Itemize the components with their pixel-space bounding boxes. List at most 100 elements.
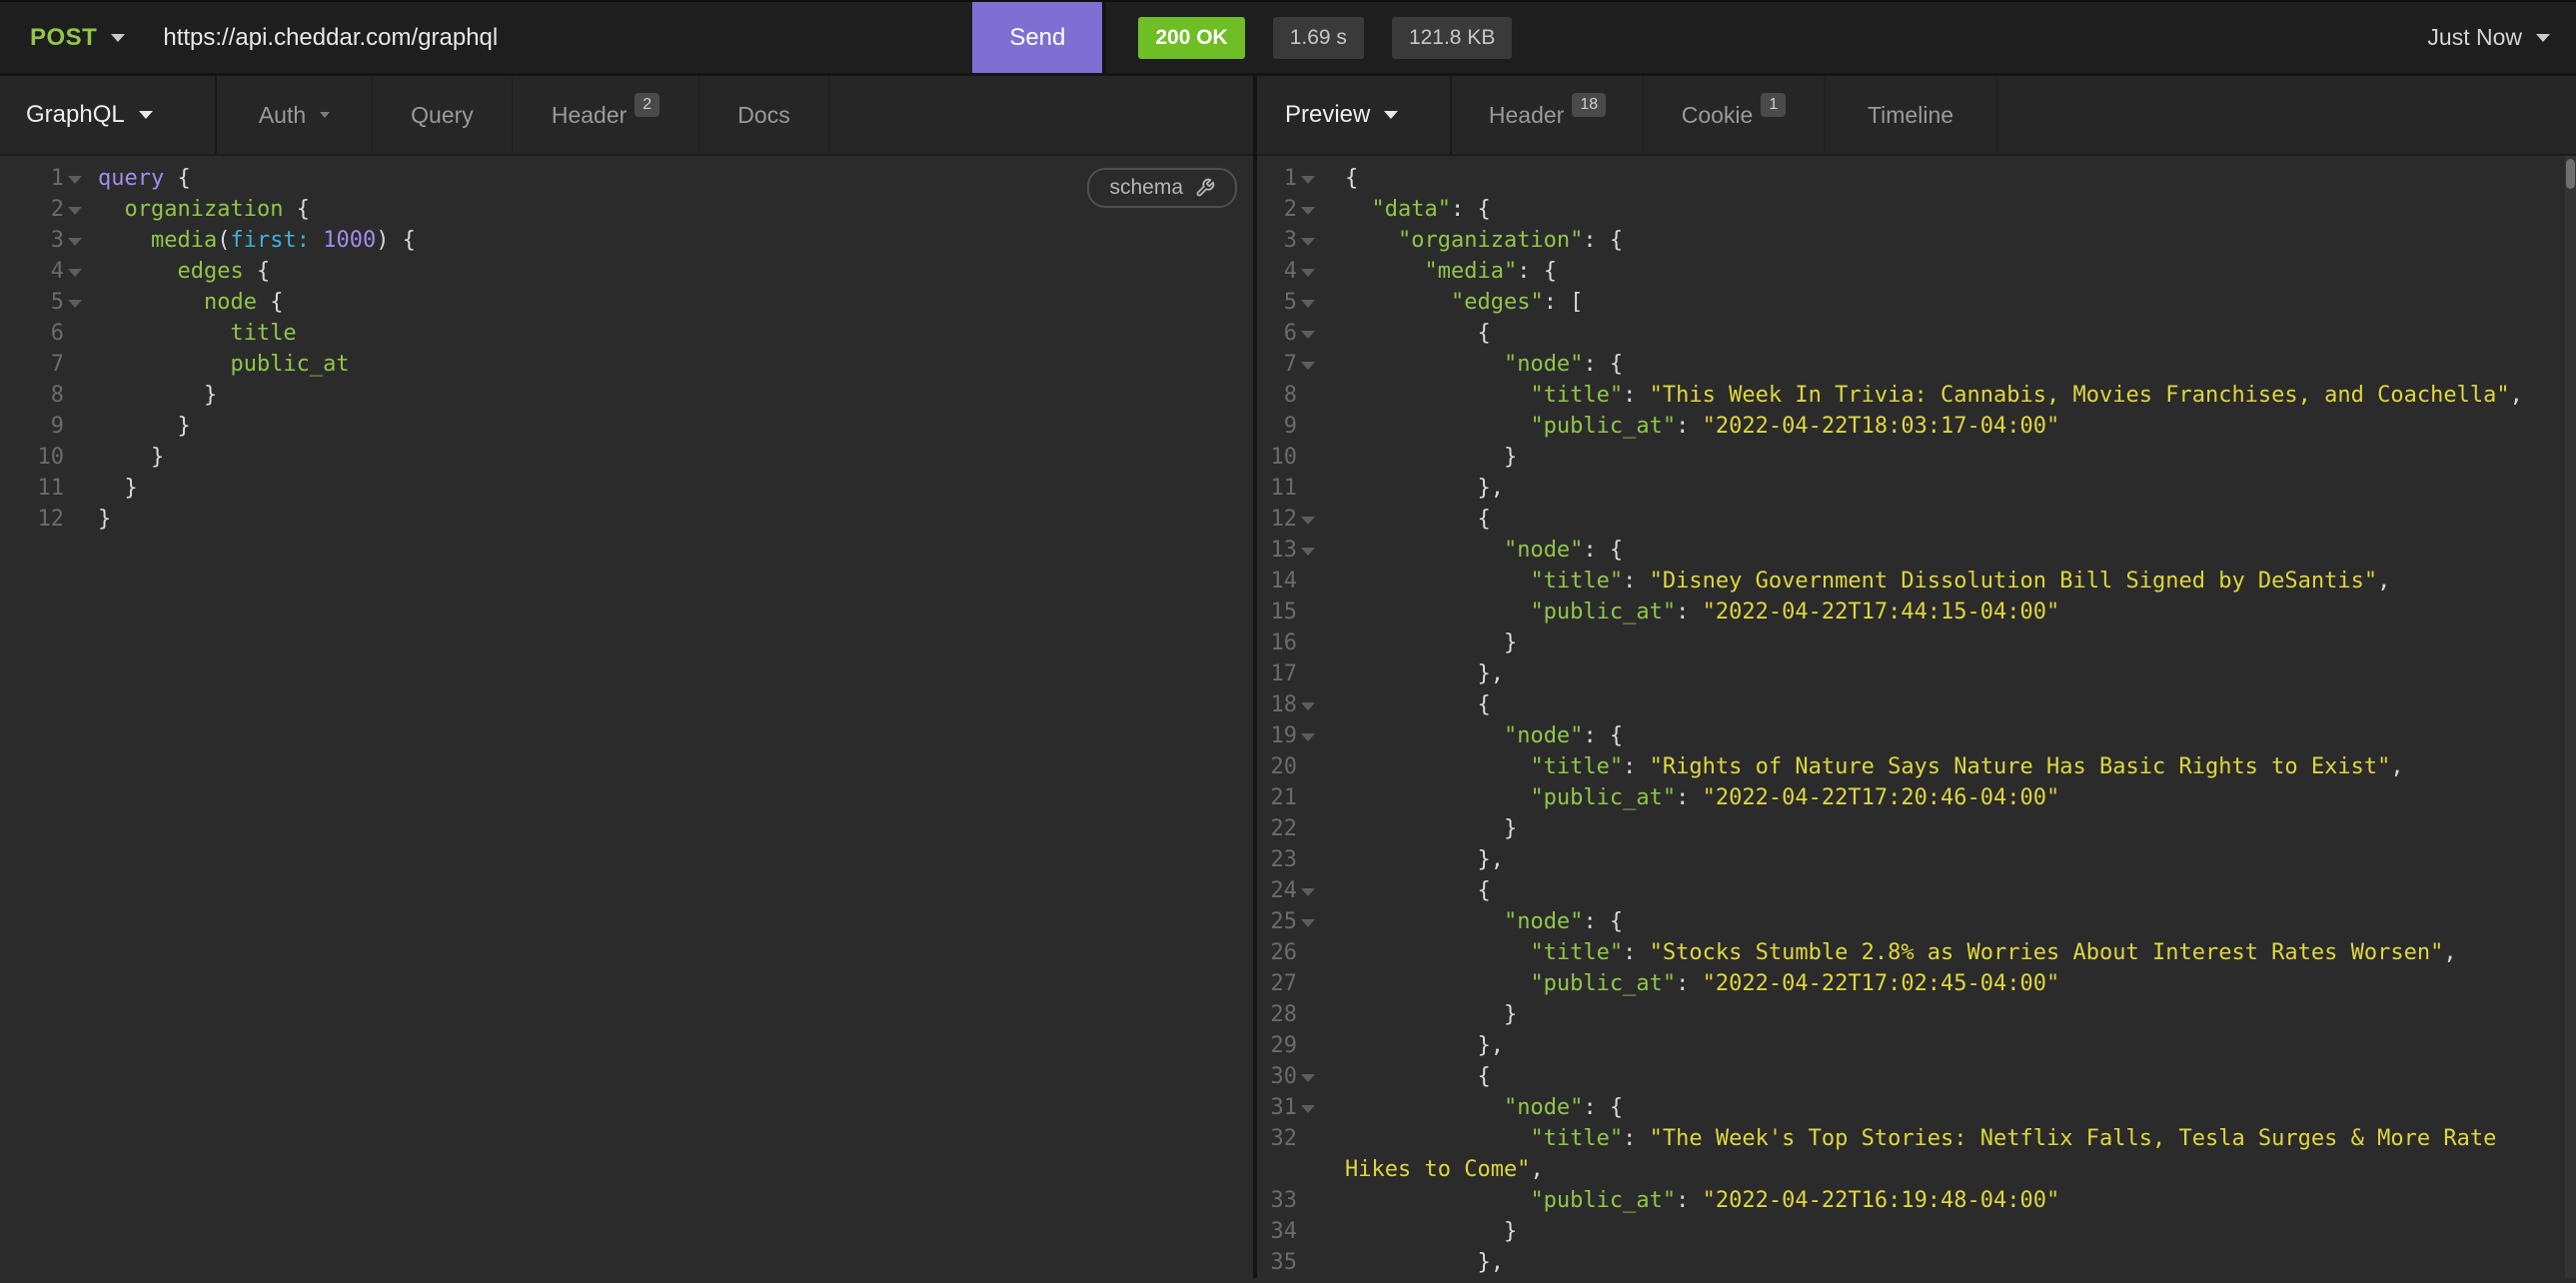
fold-gutter (64, 318, 86, 349)
tab-response-header[interactable]: Header 18 (1452, 76, 1644, 154)
fold-toggle-icon[interactable] (1297, 689, 1319, 720)
line-number: 5 (1257, 287, 1297, 318)
line-number: 12 (1257, 504, 1297, 535)
line-number: 10 (0, 442, 64, 473)
fold-gutter (1297, 999, 1319, 1030)
fold-toggle-icon[interactable] (64, 287, 86, 318)
line-number: 29 (1257, 1030, 1297, 1061)
code-line: 24 { (1257, 875, 2576, 906)
code-line: 1{ (1257, 163, 2576, 194)
fold-toggle-icon[interactable] (1297, 349, 1319, 380)
graphql-query-editor[interactable]: schema 1query {2 organization {3 media(f… (0, 156, 1253, 1278)
fold-toggle-icon[interactable] (1297, 225, 1319, 256)
body-type-dropdown[interactable]: GraphQL (0, 76, 217, 154)
fold-toggle-icon[interactable] (1297, 535, 1319, 566)
code-text: media(first: 1000) { (98, 225, 416, 256)
line-number: 20 (1257, 751, 1297, 782)
chevron-down-icon (1384, 111, 1398, 119)
line-number: 22 (1257, 813, 1297, 844)
status-badge: 200 OK (1138, 17, 1244, 59)
url-input[interactable]: https://api.cheddar.com/graphql (163, 2, 972, 73)
code-line: 33 "public_at": "2022-04-22T16:19:48-04:… (1257, 1185, 2576, 1216)
fold-toggle-icon[interactable] (64, 256, 86, 287)
code-line: 12 { (1257, 504, 2576, 535)
line-number: 4 (1257, 256, 1297, 287)
tab-header[interactable]: Header 2 (513, 76, 699, 154)
line-number: 11 (0, 473, 64, 504)
send-button[interactable]: Send (972, 2, 1102, 73)
fold-toggle-icon[interactable] (1297, 163, 1319, 194)
code-line: 23 }, (1257, 844, 2576, 875)
code-text: } (98, 473, 138, 504)
code-line: 2 "data": { (1257, 194, 2576, 225)
fold-gutter (1297, 628, 1319, 658)
response-preview-editor[interactable]: 1{2 "data": {3 "organization": {4 "media… (1257, 156, 2576, 1278)
fold-toggle-icon[interactable] (64, 163, 86, 194)
code-line: 12} (0, 504, 1253, 535)
tab-docs[interactable]: Docs (699, 76, 829, 154)
response-header-count-badge: 18 (1572, 93, 1606, 117)
history-dropdown[interactable]: Just Now (2427, 24, 2550, 51)
line-number: 3 (1257, 225, 1297, 256)
fold-toggle-icon[interactable] (64, 194, 86, 225)
code-line: 26 "title": "Stocks Stumble 2.8% as Worr… (1257, 937, 2576, 968)
fold-toggle-icon[interactable] (1297, 1061, 1319, 1092)
line-number: 25 (1257, 906, 1297, 937)
fold-gutter (1297, 411, 1319, 442)
fold-toggle-icon[interactable] (1297, 720, 1319, 751)
chevron-down-icon (320, 112, 330, 118)
line-number: 11 (1257, 473, 1297, 504)
code-line: 34 } (1257, 1216, 2576, 1247)
tab-auth[interactable]: Auth (217, 76, 373, 154)
code-text: organization { (98, 194, 310, 225)
line-number: 8 (0, 380, 64, 411)
fold-toggle-icon[interactable] (64, 225, 86, 256)
tab-query[interactable]: Query (373, 76, 513, 154)
view-mode-label: Preview (1285, 101, 1370, 129)
line-number: 23 (1257, 844, 1297, 875)
code-text: } (98, 442, 164, 473)
fold-gutter (64, 380, 86, 411)
schema-button[interactable]: schema (1087, 168, 1237, 208)
fold-gutter (1297, 566, 1319, 597)
tab-cookie[interactable]: Cookie 1 (1644, 76, 1825, 154)
fold-toggle-icon[interactable] (1297, 318, 1319, 349)
code-line: 10 } (0, 442, 1253, 473)
method-selector[interactable]: POST (0, 2, 125, 73)
code-line: 15 "public_at": "2022-04-22T17:44:15-04:… (1257, 597, 2576, 628)
response-tabbar: Preview Header 18 Cookie 1 Timeline (1257, 76, 2576, 156)
fold-toggle-icon[interactable] (1297, 504, 1319, 535)
code-text: } (98, 504, 111, 535)
code-line: 5 node { (0, 287, 1253, 318)
code-text: { (1345, 689, 1491, 720)
fold-toggle-icon[interactable] (1297, 906, 1319, 937)
code-text: title (98, 318, 297, 349)
code-text: "title": "This Week In Trivia: Cannabis,… (1345, 380, 2523, 411)
code-text: query { (98, 163, 191, 194)
code-text: } (1345, 813, 1517, 844)
line-number: 35 (1257, 1247, 1297, 1278)
code-line: 20 "title": "Rights of Nature Says Natur… (1257, 751, 2576, 782)
fold-gutter (1297, 1185, 1319, 1216)
fold-toggle-icon[interactable] (1297, 256, 1319, 287)
chevron-down-icon (111, 34, 125, 42)
fold-gutter (1297, 844, 1319, 875)
code-text: { (1345, 875, 1491, 906)
fold-toggle-icon[interactable] (1297, 287, 1319, 318)
fold-toggle-icon[interactable] (1297, 875, 1319, 906)
code-text: "public_at": "2022-04-22T16:19:48-04:00" (1345, 1185, 2059, 1216)
line-number: 27 (1257, 968, 1297, 999)
tab-timeline[interactable]: Timeline (1825, 76, 1997, 154)
scrollbar-track[interactable] (2565, 156, 2576, 1278)
fold-toggle-icon[interactable] (1297, 1092, 1319, 1123)
code-text: { (1345, 163, 1358, 194)
scrollbar-thumb[interactable] (2566, 159, 2575, 189)
code-text: "public_at": "2022-04-22T17:02:45-04:00" (1345, 968, 2059, 999)
line-number: 1 (1257, 163, 1297, 194)
fold-toggle-icon[interactable] (1297, 194, 1319, 225)
line-number: 24 (1257, 875, 1297, 906)
line-number: 2 (1257, 194, 1297, 225)
code-line: 29 }, (1257, 1030, 2576, 1061)
code-text: } (1345, 999, 1517, 1030)
view-mode-dropdown[interactable]: Preview (1257, 76, 1452, 154)
